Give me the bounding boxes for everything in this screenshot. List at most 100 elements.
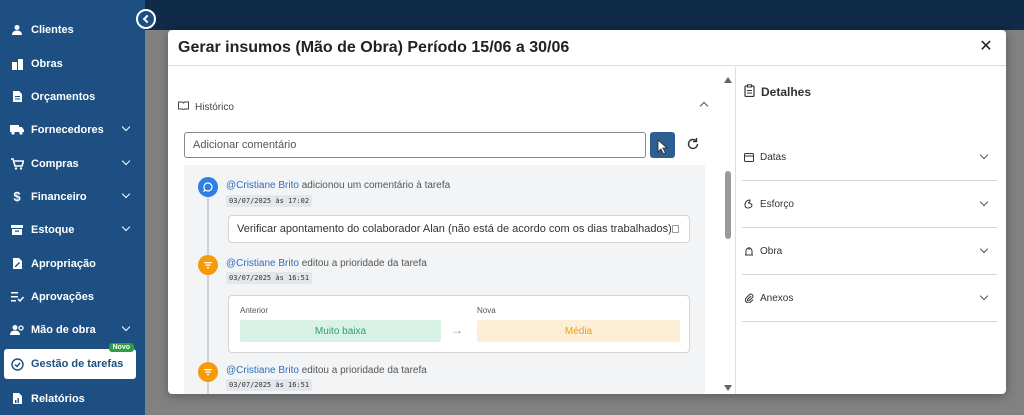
sidebar-item-clientes[interactable]: Clientes <box>0 13 145 46</box>
sidebar-item-financeiro[interactable]: $ Financeiro <box>0 180 145 213</box>
details-pane: Detalhes Datas Esforço Obra Anexos <box>735 67 1006 394</box>
modal-header: Gerar insumos (Mão de Obra) Período 15/0… <box>168 30 1006 66</box>
sidebar: Clientes Obras Orçamentos Fornecedores C… <box>0 0 145 415</box>
accordion-label: Datas <box>760 151 787 163</box>
sidebar-item-mao-de-obra[interactable]: Mão de obra <box>0 313 145 346</box>
book-icon <box>178 101 189 113</box>
accordion-obra[interactable]: Obra <box>742 228 997 275</box>
sidebar-item-apropriacao[interactable]: Apropriação <box>0 247 145 280</box>
accordion-esforco[interactable]: Esforço <box>742 181 997 228</box>
sidebar-item-label: Gestão de tarefas <box>31 358 124 370</box>
people-gear-icon <box>10 323 24 337</box>
before-label: Anterior <box>240 306 269 315</box>
chevron-down-icon <box>121 222 131 232</box>
scroll-down-icon[interactable] <box>724 385 732 391</box>
history-timestamp: 03/07/2025 às 16:51 <box>226 379 313 391</box>
effort-icon <box>744 199 754 209</box>
history-action: editou a prioridade da tarefa <box>301 365 427 376</box>
dollar-icon: $ <box>13 189 21 204</box>
details-header: Detalhes <box>744 84 811 100</box>
before-priority: Muito baixa <box>240 320 441 342</box>
chevron-down-icon <box>121 322 131 332</box>
document-edit-icon <box>10 257 24 271</box>
cart-icon <box>10 157 24 171</box>
sidebar-item-compras[interactable]: Compras <box>0 147 145 180</box>
sidebar-item-fornecedores[interactable]: Fornecedores <box>0 113 145 146</box>
chevron-down-icon <box>121 156 131 166</box>
buildings-icon <box>10 57 24 71</box>
sidebar-item-label: Orçamentos <box>31 90 96 103</box>
sidebar-item-label: Mão de obra <box>31 323 96 336</box>
sidebar-item-label: Relatórios <box>31 392 85 405</box>
history-scrollbar[interactable] <box>723 67 735 394</box>
checklist-icon <box>10 290 24 304</box>
truck-icon <box>10 123 24 137</box>
details-title: Detalhes <box>761 85 812 99</box>
sidebar-item-label: Estoque <box>31 223 75 236</box>
history-entry-text: @Cristiane Brito editou a prioridade da … <box>226 258 427 269</box>
document-icon <box>10 90 24 104</box>
sidebar-item-aprovacoes[interactable]: Aprovações <box>0 280 145 313</box>
modal-title: Gerar insumos (Mão de Obra) Período 15/0… <box>178 38 570 56</box>
chevron-down-icon <box>979 244 989 254</box>
chevron-left-icon <box>142 14 152 24</box>
scrollbar-thumb[interactable] <box>725 171 731 239</box>
send-comment-button[interactable] <box>650 132 675 158</box>
history-entry-text: @Cristiane Brito adicionou um comentário… <box>226 180 450 191</box>
close-icon[interactable]: ✕ <box>978 39 994 55</box>
new-badge: Novo <box>108 343 134 352</box>
sidebar-item-orcamentos[interactable]: Orçamentos <box>0 80 145 113</box>
accordion-label: Esforço <box>760 198 794 210</box>
sidebar-item-label: Fornecedores <box>31 123 104 136</box>
paperclip-icon <box>744 293 754 303</box>
sidebar-item-gestao-de-tarefas[interactable]: Gestão de tarefas Novo <box>4 343 136 379</box>
refresh-icon[interactable] <box>686 137 700 151</box>
chevron-down-icon <box>979 150 989 160</box>
copy-icon[interactable] <box>672 225 679 233</box>
history-timestamp: 03/07/2025 às 17:02 <box>226 195 313 207</box>
sidebar-item-label: Apropriação <box>31 257 96 270</box>
history-section-header[interactable]: Histórico <box>178 101 234 113</box>
arrow-right-icon: → <box>451 323 463 337</box>
after-priority: Média <box>477 320 680 342</box>
comment-card: Verificar apontamento do colaborador Ala… <box>228 215 690 243</box>
comment-icon <box>198 177 218 197</box>
history-timestamp: 03/07/2025 às 16:51 <box>226 272 313 284</box>
history-heading: Histórico <box>195 101 234 113</box>
history-action: adicionou um comentário à tarefa <box>301 180 451 191</box>
chevron-up-icon[interactable] <box>699 101 709 111</box>
accordion-anexos[interactable]: Anexos <box>742 275 997 322</box>
user-mention[interactable]: @Cristiane Brito <box>226 258 299 269</box>
collapse-sidebar-button[interactable] <box>136 9 156 29</box>
sidebar-item-label: Aprovações <box>31 290 94 303</box>
accordion-label: Anexos <box>760 292 794 304</box>
priority-icon <box>198 255 218 275</box>
cursor-icon <box>657 139 669 155</box>
chevron-down-icon <box>121 189 131 199</box>
report-icon <box>10 392 24 406</box>
sidebar-item-estoque[interactable]: Estoque <box>0 213 145 246</box>
history-action: editou a prioridade da tarefa <box>301 258 427 269</box>
clipboard-icon <box>744 84 755 100</box>
sidebar-item-relatorios[interactable]: Relatórios <box>0 382 145 415</box>
accordion-label: Obra <box>760 245 783 257</box>
history-timeline: @Cristiane Brito adicionou um comentário… <box>184 165 705 394</box>
sidebar-item-obras[interactable]: Obras <box>0 47 145 80</box>
chevron-down-icon <box>121 122 131 132</box>
priority-change-card: Anterior Nova Muito baixa → Média <box>228 295 690 353</box>
accordion-datas[interactable]: Datas <box>742 134 997 181</box>
comment-input[interactable] <box>184 132 646 158</box>
chevron-down-icon <box>979 197 989 207</box>
calendar-icon <box>744 152 754 162</box>
building-icon <box>744 246 754 256</box>
user-mention[interactable]: @Cristiane Brito <box>226 365 299 376</box>
after-label: Nova <box>477 306 496 315</box>
sidebar-item-label: Clientes <box>31 23 74 36</box>
user-mention[interactable]: @Cristiane Brito <box>226 180 299 191</box>
comment-text: Verificar apontamento do colaborador Ala… <box>237 223 672 235</box>
task-modal: Gerar insumos (Mão de Obra) Período 15/0… <box>168 30 1006 394</box>
sidebar-item-label: Obras <box>31 57 63 70</box>
check-circle-icon <box>10 357 24 371</box>
chevron-down-icon <box>979 291 989 301</box>
scroll-up-icon[interactable] <box>724 77 732 83</box>
